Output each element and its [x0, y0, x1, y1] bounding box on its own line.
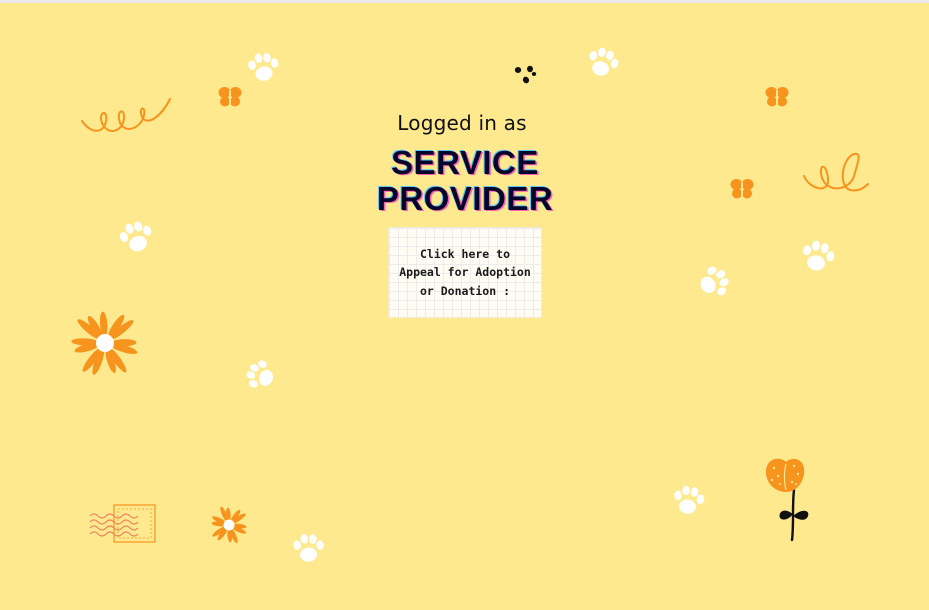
- role-title-line-1: SERVICE: [391, 144, 539, 181]
- dashboard-page: Logged in as SERVICE PROVIDER Click here…: [0, 3, 929, 610]
- paw-print-icon: [293, 534, 324, 562]
- user-role-title: SERVICE PROVIDER: [360, 145, 570, 217]
- daisy-flower-icon: [71, 311, 138, 375]
- butterfly-icon: [765, 87, 789, 107]
- logged-in-as-label: Logged in as: [397, 111, 527, 135]
- butterfly-icon: [218, 87, 242, 107]
- paw-print-icon: [248, 53, 279, 81]
- role-title-line-2: PROVIDER: [376, 180, 554, 217]
- appeal-card-line-3: or Donation :: [419, 283, 510, 298]
- paw-print-icon: [803, 240, 835, 271]
- paw-print-icon: [246, 360, 273, 388]
- squiggle-icon: [803, 152, 869, 192]
- daisy-flower-icon: [211, 506, 247, 544]
- appeal-card-line-2: Appeal for Adoption: [399, 265, 531, 280]
- tulip-flower-icon: [766, 458, 809, 542]
- ink-dots-icon: [514, 65, 537, 84]
- postcard-stamp-icon: [89, 504, 156, 543]
- squiggle-icon: [81, 98, 171, 132]
- paw-print-icon: [589, 47, 619, 76]
- paw-print-icon: [119, 221, 152, 252]
- paw-print-icon: [674, 485, 705, 514]
- appeal-card-line-1: Click here to: [419, 246, 510, 261]
- paw-print-icon: [700, 266, 729, 296]
- appeal-adoption-donation-button[interactable]: Click here to Appeal for Adoption or Don…: [388, 227, 542, 318]
- butterfly-icon: [730, 179, 754, 199]
